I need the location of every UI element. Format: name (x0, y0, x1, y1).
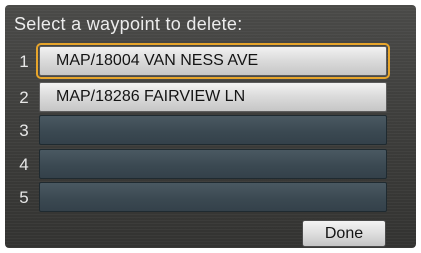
screen-title: Select a waypoint to delete: (14, 14, 243, 34)
waypoint-slot-3 (39, 115, 387, 145)
waypoint-label-2: MAP/18286 FAIRVIEW LN (56, 88, 246, 105)
done-button[interactable]: Done (302, 220, 386, 247)
waypoint-slot-4 (39, 149, 387, 179)
waypoint-number-4: 4 (19, 155, 29, 174)
waypoint-label-1: MAP/18004 VAN NESS AVE (56, 52, 259, 69)
waypoint-number-2: 2 (19, 88, 29, 107)
waypoint-number-5: 5 (19, 188, 29, 207)
waypoint-number-3: 3 (19, 121, 29, 140)
waypoint-delete-screen: Select a waypoint to delete: 1 MAP/18004… (5, 5, 416, 248)
waypoint-slot-5 (39, 182, 387, 212)
waypoint-slot-1[interactable]: MAP/18004 VAN NESS AVE (36, 43, 390, 79)
waypoint-number-1: 1 (19, 52, 29, 71)
waypoint-slot-2[interactable]: MAP/18286 FAIRVIEW LN (39, 82, 387, 112)
